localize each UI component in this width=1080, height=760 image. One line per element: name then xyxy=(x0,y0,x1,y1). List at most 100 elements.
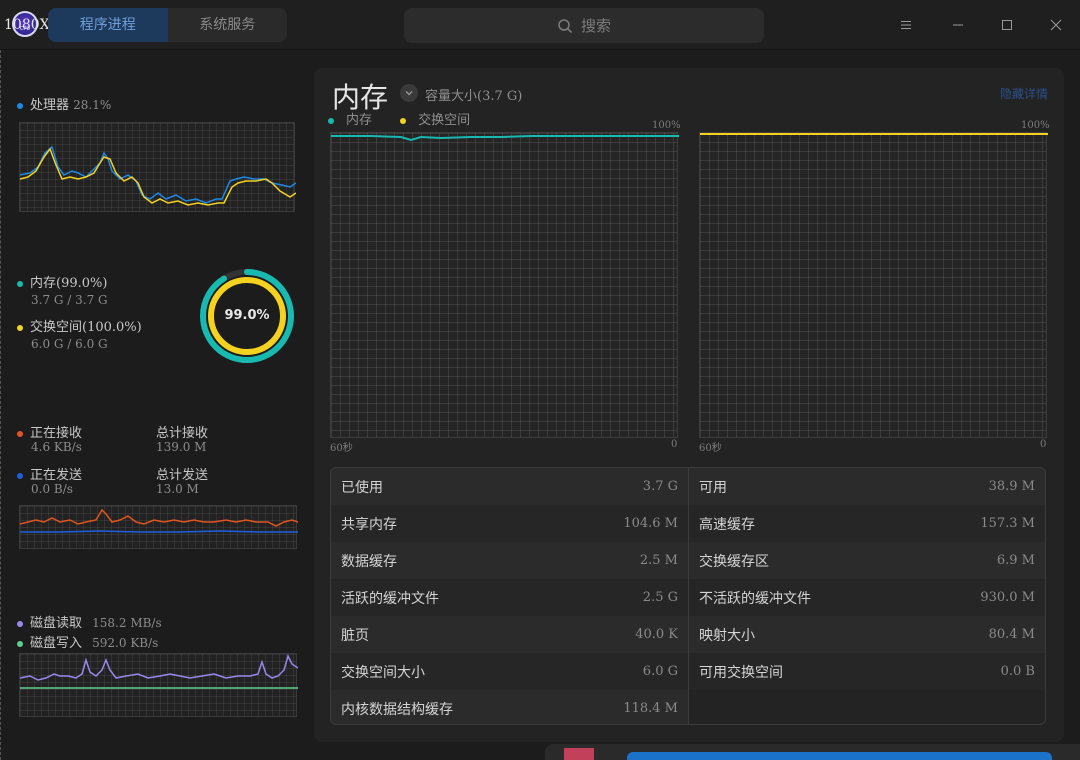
detail-value: 118.4 M xyxy=(623,701,678,716)
maximize-button[interactable] xyxy=(996,14,1018,36)
total-recv-value: 139.0 M xyxy=(156,440,207,454)
detail-value: 0.0 B xyxy=(1000,664,1035,679)
detail-name: 数据缓存 xyxy=(341,553,397,570)
swap-legend-dot xyxy=(17,324,23,331)
detail-value: 3.7 G xyxy=(642,479,678,494)
mem-chart-x-start: 60秒 xyxy=(330,443,353,454)
swap-usage-chart xyxy=(699,132,1048,438)
detail-value: 6.9 M xyxy=(996,553,1035,568)
detail-name: 交换空间大小 xyxy=(341,664,425,681)
detail-value: 930.0 M xyxy=(980,590,1035,605)
swap-usage-line xyxy=(700,133,1048,135)
menu-icon xyxy=(901,21,911,29)
chart-legend: 内存 交换空间 xyxy=(328,109,494,128)
detail-name: 可用 xyxy=(699,479,727,496)
cpu-legend-dot xyxy=(17,102,23,109)
detail-name: 活跃的缓冲文件 xyxy=(341,590,439,607)
detail-value: 2.5 M xyxy=(639,553,678,568)
detail-row: 数据缓存 2.5 M xyxy=(331,542,688,579)
detail-name: 内核数据结构缓存 xyxy=(341,701,453,718)
disk-write-label: 磁盘写入 xyxy=(30,636,83,651)
legend-swap-dot xyxy=(400,117,407,124)
disk-read-label: 磁盘读取 xyxy=(30,616,83,631)
detail-value: 40.0 K xyxy=(635,627,678,642)
memory-ring: 99.0% xyxy=(199,268,295,364)
network-graph-lines xyxy=(19,508,299,533)
memory-label: 内存(99.0%) xyxy=(30,276,108,291)
detail-name: 高速缓存 xyxy=(699,516,755,533)
hide-details-link[interactable]: 隐藏详情 xyxy=(1000,85,1048,102)
memory-usage-line xyxy=(331,135,679,142)
detail-name: 脏页 xyxy=(341,627,369,644)
disk-graph xyxy=(19,653,299,717)
memory-details-table: 已使用 3.7 G 共享内存 104.6 M 数据缓存 2.5 M 活跃的缓冲文件 2.5 G… xyxy=(330,467,1046,725)
detail-value: 80.4 M xyxy=(988,627,1035,642)
taskbar-app-icon[interactable] xyxy=(564,748,594,760)
search-box[interactable]: 搜索 xyxy=(404,8,764,43)
detail-row: 交换空间大小 6.0 G xyxy=(331,653,688,690)
summary-panel: 处理器 28.1% 内存(99.0%) 3.7 G / 3.7 G 交换空间(1… xyxy=(0,50,308,760)
detail-name: 不活跃的缓冲文件 xyxy=(699,590,811,607)
detail-row: 共享内存 104.6 M xyxy=(331,505,688,542)
disk-summary[interactable]: 磁盘读取 158.2 MB/s 磁盘写入 592.0 KB/s xyxy=(17,612,162,651)
memory-legend-dot xyxy=(17,280,23,287)
taskbar xyxy=(545,744,1080,760)
detail-row: 可用交换空间 0.0 B xyxy=(689,653,1045,690)
details-column-left: 已使用 3.7 G 共享内存 104.6 M 数据缓存 2.5 M 活跃的缓冲文件 2.5 G… xyxy=(331,468,688,724)
detail-row: 高速缓存 157.3 M xyxy=(689,505,1045,542)
detail-row: 脏页 40.0 K xyxy=(331,616,688,653)
taskbar-active-window[interactable] xyxy=(627,752,1052,760)
search-placeholder: 搜索 xyxy=(580,17,611,35)
recv-legend-dot xyxy=(17,430,23,437)
capacity-toggle[interactable] xyxy=(400,84,418,102)
cpu-value: 28.1% xyxy=(73,98,112,112)
disk-write-legend-dot xyxy=(17,640,23,647)
tab-processes[interactable]: 程序进程 xyxy=(48,8,168,42)
swap-chart-x-end: 0 xyxy=(1040,439,1047,450)
detail-name: 映射大小 xyxy=(699,627,755,644)
memory-summary[interactable]: 内存(99.0%) 3.7 G / 3.7 G 交换空间(100.0%) 6.0… xyxy=(17,272,142,351)
detail-row: 内核数据结构缓存 118.4 M xyxy=(331,690,688,724)
close-button[interactable] xyxy=(1045,14,1067,36)
total-send-value: 13.0 M xyxy=(156,482,199,496)
memory-detail-panel: 内存 容量大小(3.7 G) 隐藏详情 内存 交换空间 100% 60秒 0 1… xyxy=(314,68,1064,742)
network-graph xyxy=(19,505,299,549)
detail-value: 2.5 G xyxy=(642,590,678,605)
minimize-button[interactable] xyxy=(947,14,969,36)
total-recv-label: 总计接收 xyxy=(156,426,209,441)
send-label: 正在发送 xyxy=(30,468,83,483)
total-send-label: 总计发送 xyxy=(156,468,209,483)
disk-graph-lines xyxy=(19,653,299,689)
detail-value: 38.9 M xyxy=(988,479,1035,494)
cpu-summary[interactable]: 处理器 28.1% xyxy=(17,94,111,113)
detail-row: 可用 38.9 M xyxy=(689,468,1045,505)
view-tabs: 程序进程 系统服务 xyxy=(48,8,287,42)
details-column-right: 可用 38.9 M 高速缓存 157.3 M 交换缓存区 6.9 M 不活跃的缓冲文件 930… xyxy=(688,468,1045,724)
cpu-graph xyxy=(19,122,297,212)
swap-chart-x-start: 60秒 xyxy=(699,443,722,454)
detail-value: 104.6 M xyxy=(623,516,678,531)
detail-name: 已使用 xyxy=(341,479,383,496)
detail-name: 交换缓存区 xyxy=(699,553,769,570)
cpu-label: 处理器 xyxy=(30,98,70,113)
capacity-label: 容量大小(3.7 G) xyxy=(425,89,523,104)
memory-ring-text: 99.0% xyxy=(224,308,270,323)
mem-chart-max-label: 100% xyxy=(652,120,681,131)
detail-row: 活跃的缓冲文件 2.5 G xyxy=(331,579,688,616)
menu-button[interactable] xyxy=(895,14,917,36)
legend-swap: 交换空间 xyxy=(418,113,471,128)
minimize-icon xyxy=(953,24,963,26)
close-icon xyxy=(1050,19,1062,31)
cpu-graph-lines xyxy=(19,145,297,206)
mem-chart-x-end: 0 xyxy=(671,439,678,450)
legend-mem-dot xyxy=(328,117,334,124)
legend-memory: 内存 xyxy=(346,113,373,128)
maximize-icon xyxy=(1002,20,1012,30)
swap-value: 6.0 G / 6.0 G xyxy=(31,337,108,351)
detail-row: 交换缓存区 6.9 M xyxy=(689,542,1045,579)
memory-usage-chart xyxy=(330,132,679,438)
recv-label: 正在接收 xyxy=(30,426,83,441)
detail-row: 已使用 3.7 G xyxy=(331,468,688,505)
tab-services[interactable]: 系统服务 xyxy=(168,8,288,42)
chevron-down-icon xyxy=(405,91,413,96)
